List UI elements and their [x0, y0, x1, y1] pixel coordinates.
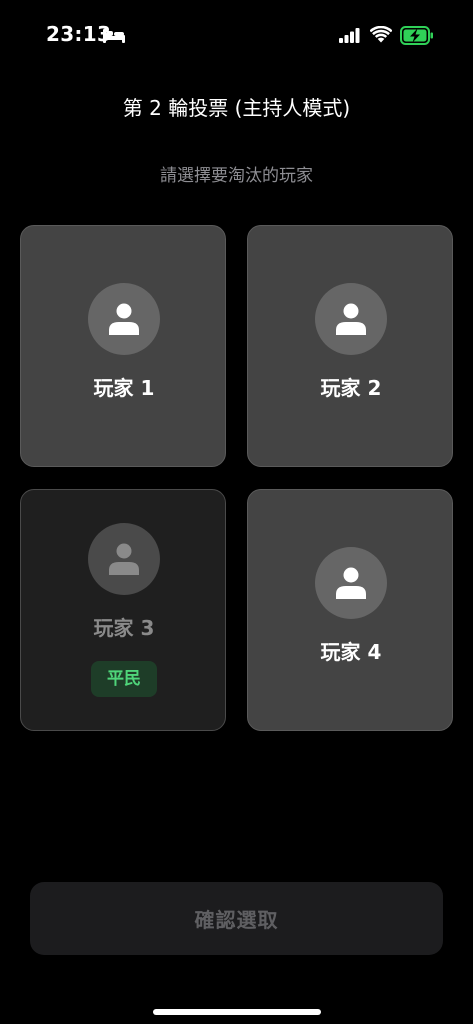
status-time: 23:13: [46, 22, 112, 46]
player-name: 玩家 2: [320, 376, 382, 400]
player-name: 玩家 3: [93, 616, 155, 640]
battery-charging-icon: [400, 26, 433, 45]
player-card-2[interactable]: 玩家 2: [247, 225, 453, 467]
person-icon: [336, 567, 366, 599]
confirm-selection-button[interactable]: 確認選取: [30, 882, 443, 955]
status-bar: 23:13: [0, 0, 473, 72]
player-card-1[interactable]: 玩家 1: [20, 225, 226, 467]
player-name: 玩家 1: [93, 376, 155, 400]
role-badge: 平民: [91, 661, 157, 697]
avatar: [88, 283, 160, 355]
avatar: [88, 523, 160, 595]
player-card-4[interactable]: 玩家 4: [247, 489, 453, 731]
home-indicator[interactable]: [153, 1009, 321, 1015]
page-title: 第 2 輪投票 (主持人模式): [122, 96, 351, 120]
person-icon: [336, 303, 366, 335]
wifi-icon: [370, 26, 392, 43]
signal-icon: [339, 28, 360, 43]
person-icon: [109, 303, 139, 335]
player-card-3: 玩家 3 平民: [20, 489, 226, 731]
player-name: 玩家 4: [320, 640, 382, 664]
avatar: [315, 283, 387, 355]
person-icon: [109, 543, 139, 575]
bed-icon: [103, 29, 125, 43]
avatar: [315, 547, 387, 619]
instruction-text: 請選擇要淘汰的玩家: [160, 166, 313, 186]
